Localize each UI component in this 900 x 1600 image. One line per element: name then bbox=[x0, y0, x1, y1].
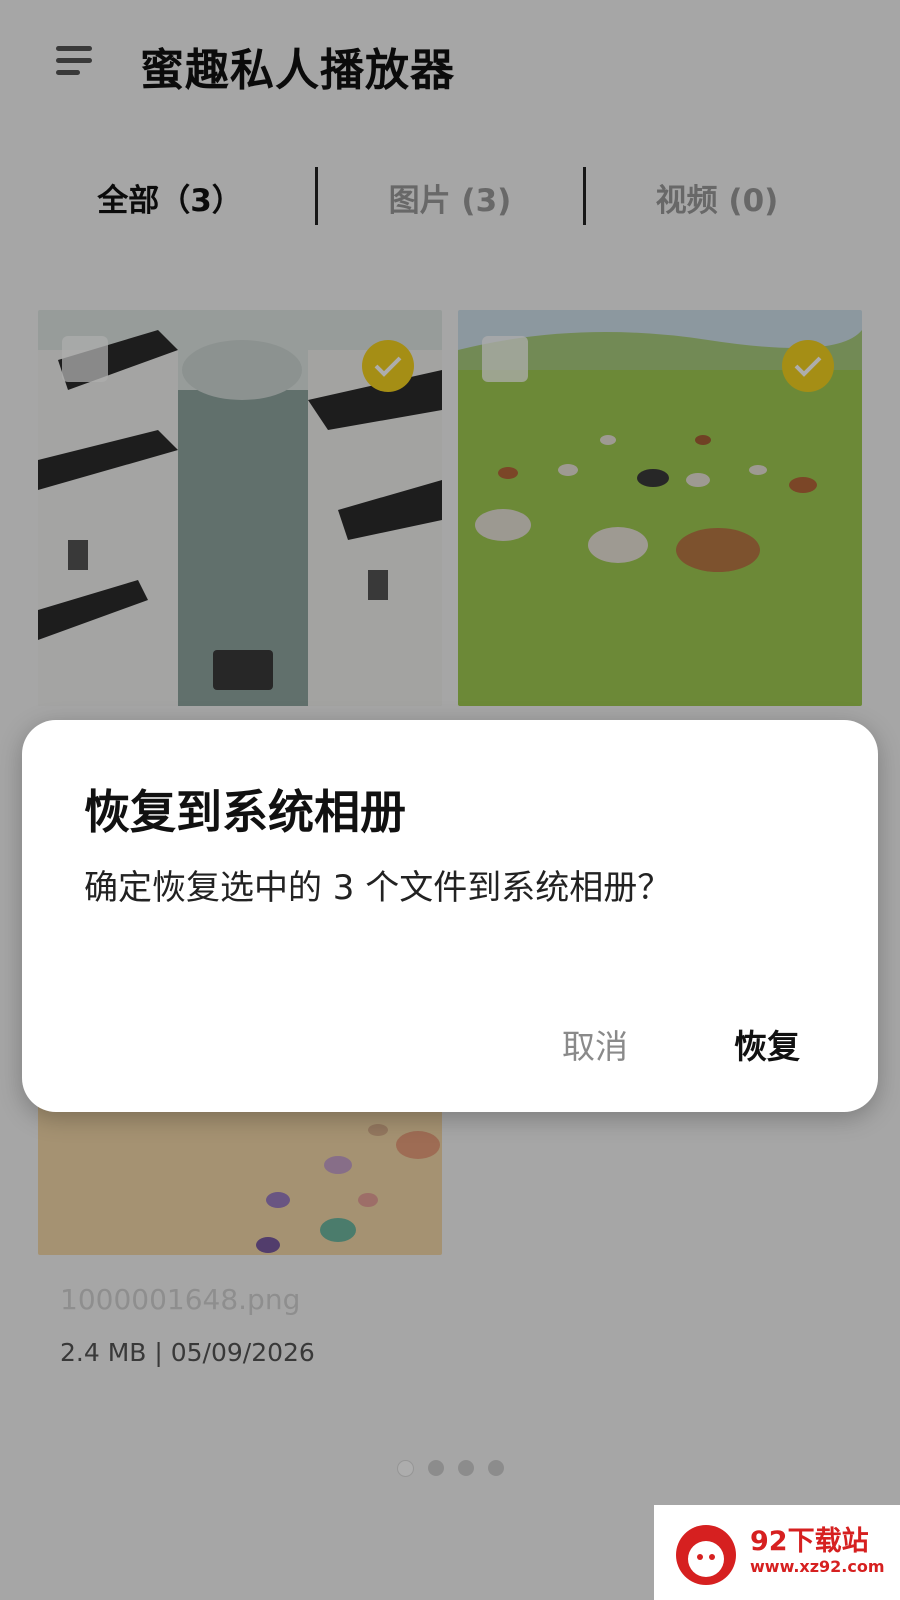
watermark-logo: 92下载站 www.xz92.com bbox=[654, 1505, 900, 1600]
cancel-button[interactable]: 取消 bbox=[562, 1020, 628, 1068]
mascot-logo-icon bbox=[676, 1525, 736, 1585]
watermark-url: www.xz92.com bbox=[750, 1557, 885, 1576]
dialog-message: 确定恢复选中的 3 个文件到系统相册？ bbox=[84, 868, 672, 908]
restore-dialog: 恢复到系统相册 确定恢复选中的 3 个文件到系统相册？ 取消 恢复 bbox=[22, 720, 878, 1112]
watermark-text: 92下载站 bbox=[750, 1526, 869, 1557]
dialog-title: 恢复到系统相册 bbox=[84, 785, 406, 839]
restore-button[interactable]: 恢复 bbox=[734, 1020, 800, 1068]
